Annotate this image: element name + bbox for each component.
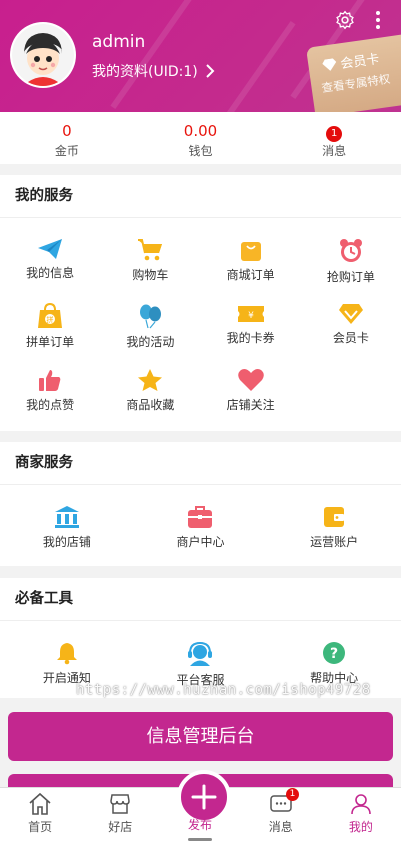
stat-coins[interactable]: 0 金币 — [0, 112, 134, 164]
my-services-section: 我的服务 我的信息 购物车 商城订单 抢购订单 拼 拼单订单 我的活动 ¥ 我的… — [0, 175, 401, 431]
service-label: 我的活动 — [126, 335, 175, 349]
section-title: 我的服务 — [0, 175, 401, 218]
alarm-clock-icon — [339, 239, 362, 262]
tab-mine[interactable]: 我的 — [321, 788, 401, 843]
service-label: 店铺关注 — [226, 398, 275, 412]
stat-coins-label: 金币 — [54, 144, 79, 158]
service-mall-orders[interactable]: 商城订单 — [201, 224, 301, 289]
service-label: 商品收藏 — [126, 398, 175, 412]
stats-bar: 0 金币 0.00 钱包 1 消息 — [0, 112, 401, 164]
vip-card-subtitle: 查看专属特权 — [320, 71, 392, 96]
admin-backend-button[interactable]: 信息管理后台 — [8, 712, 393, 761]
service-my-info[interactable]: 我的信息 — [0, 224, 100, 289]
stat-wallet-value: 0.00 — [183, 122, 218, 140]
tab-label: 好店 — [108, 820, 133, 834]
bank-icon — [54, 506, 79, 528]
vip-card[interactable]: 会员卡 查看专属特权 — [306, 32, 401, 112]
thumbs-up-icon — [39, 370, 61, 391]
tools-section: 必备工具 开启通知 平台客服 ? 帮助中心 — [0, 578, 401, 698]
username: admin — [92, 32, 146, 52]
tab-messages[interactable]: 消息 — [241, 788, 321, 843]
service-label: 商城订单 — [226, 268, 275, 282]
svg-text:?: ? — [330, 646, 338, 662]
stat-messages[interactable]: 1 消息 — [267, 112, 401, 164]
home-indicator — [188, 838, 212, 841]
merchant-operating-account[interactable]: 运营账户 — [267, 485, 401, 563]
service-my-coupons[interactable]: ¥ 我的卡券 — [201, 289, 301, 354]
profile-header: admin 我的资料(UID:1) 会员卡 查看专属特权 — [0, 0, 401, 112]
merchant-label: 我的店铺 — [42, 535, 91, 549]
headset-icon — [188, 641, 213, 666]
help-icon: ? — [323, 642, 346, 664]
service-label: 抢购订单 — [326, 270, 375, 284]
service-group-orders[interactable]: 拼 拼单订单 — [0, 289, 100, 354]
service-label: 我的卡券 — [226, 331, 275, 345]
publish-label: 发布 — [187, 818, 212, 832]
service-label: 会员卡 — [332, 331, 369, 345]
section-title: 商家服务 — [0, 442, 401, 485]
svg-text:拼: 拼 — [47, 315, 54, 324]
wallet-icon — [324, 507, 345, 527]
tab-label: 消息 — [268, 820, 293, 834]
diamond-icon — [338, 304, 363, 324]
svg-text:¥: ¥ — [248, 311, 254, 321]
stat-messages-label: 消息 — [322, 144, 347, 158]
stat-coins-value: 0 — [62, 122, 72, 140]
home-icon — [29, 792, 51, 815]
service-favorites[interactable]: 商品收藏 — [100, 354, 200, 419]
service-cart[interactable]: 购物车 — [100, 224, 200, 289]
service-label: 拼单订单 — [26, 335, 75, 349]
settings-gear-icon[interactable] — [335, 10, 355, 30]
briefcase-icon — [188, 506, 213, 528]
stat-wallet[interactable]: 0.00 钱包 — [134, 112, 268, 164]
tab-home[interactable]: 首页 — [0, 788, 80, 843]
cart-icon — [138, 239, 163, 261]
service-my-activities[interactable]: 我的活动 — [100, 289, 200, 354]
heart-icon — [237, 369, 264, 391]
ticket-icon: ¥ — [237, 306, 264, 322]
tab-label: 我的 — [348, 820, 373, 834]
service-flash-orders[interactable]: 抢购订单 — [301, 224, 401, 289]
group-bag-icon: 拼 — [38, 303, 63, 328]
shopping-bag-icon — [240, 242, 261, 261]
merchant-label: 商户中心 — [176, 535, 225, 549]
store-icon — [110, 794, 131, 814]
service-label: 购物车 — [132, 268, 169, 282]
watermark-text: https://www.huzhan.com/ishop49728 — [76, 682, 371, 698]
bell-icon — [56, 643, 77, 665]
merchant-my-store[interactable]: 我的店铺 — [0, 485, 134, 563]
service-vip-card[interactable]: 会员卡 — [301, 289, 401, 354]
more-vertical-icon[interactable] — [368, 10, 388, 30]
message-count-badge: 1 — [326, 126, 343, 142]
section-title: 必备工具 — [0, 578, 401, 621]
user-icon — [351, 794, 371, 815]
star-icon — [138, 369, 163, 391]
merchant-label: 运营账户 — [310, 535, 359, 549]
profile-link[interactable]: 我的资料(UID:1) — [92, 61, 215, 81]
chevron-right-icon — [206, 64, 215, 78]
profile-link-label: 我的资料(UID:1) — [92, 64, 198, 80]
service-my-likes[interactable]: 我的点赞 — [0, 354, 100, 419]
service-label: 我的点赞 — [26, 398, 75, 412]
tab-good-stores[interactable]: 好店 — [80, 788, 160, 843]
vip-card-title-text: 会员卡 — [339, 51, 381, 73]
decor-streak — [110, 0, 196, 110]
messages-tab-badge: 1 — [286, 788, 299, 801]
balloons-icon — [140, 304, 162, 329]
paper-plane-icon — [38, 239, 63, 259]
service-label: 我的信息 — [26, 266, 75, 280]
stat-wallet-label: 钱包 — [188, 144, 213, 158]
diamond-icon — [322, 57, 337, 71]
avatar[interactable] — [10, 22, 76, 88]
decor-streak — [210, 20, 296, 112]
vip-card-title: 会员卡 — [321, 48, 380, 75]
merchant-center[interactable]: 商户中心 — [134, 485, 268, 563]
service-followed-stores[interactable]: 店铺关注 — [201, 354, 301, 419]
tab-label: 首页 — [28, 820, 53, 834]
merchant-services-section: 商家服务 我的店铺 商户中心 运营账户 — [0, 442, 401, 566]
plus-icon — [191, 784, 217, 810]
